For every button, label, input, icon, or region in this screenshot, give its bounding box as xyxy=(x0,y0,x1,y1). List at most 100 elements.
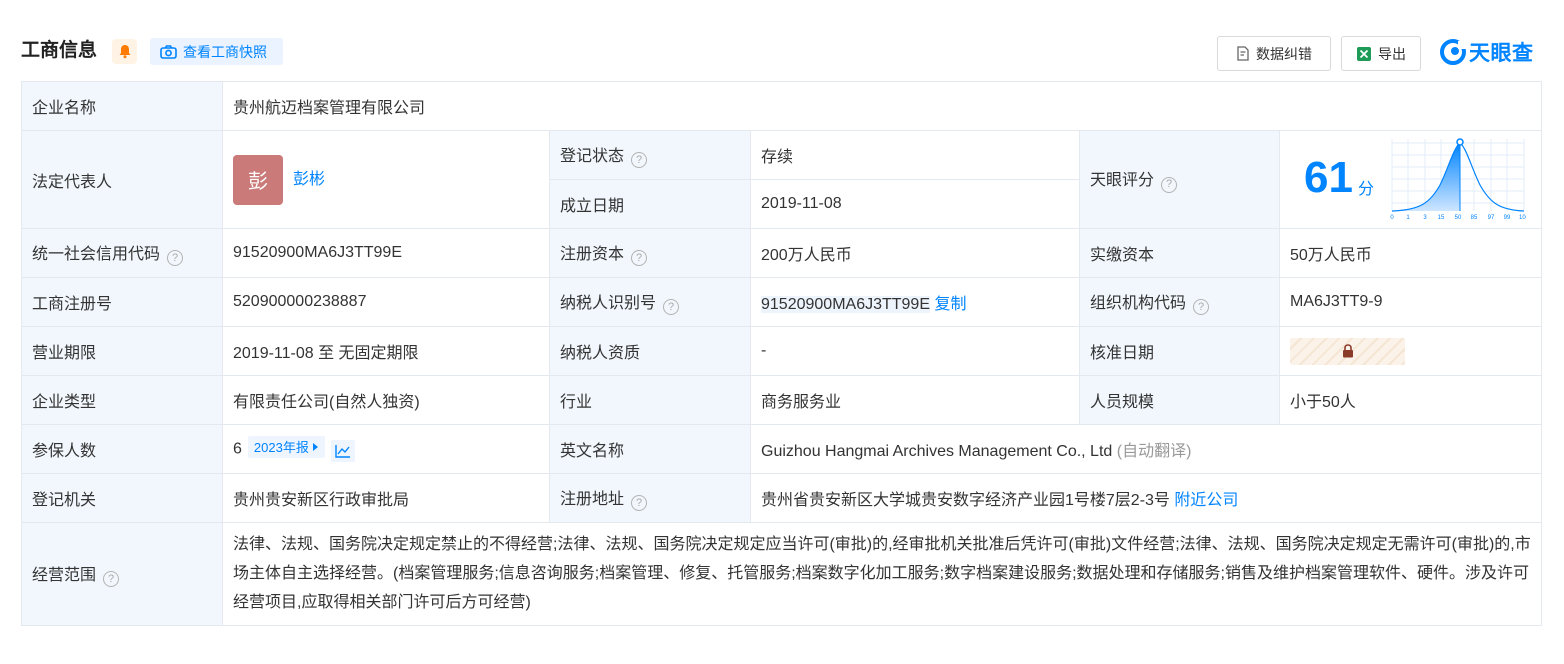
est-date-value: 2019-11-08 xyxy=(750,179,1080,229)
credit-code-value: 91520900MA6J3TT99E xyxy=(222,228,550,278)
score-tick: 50 xyxy=(1455,215,1462,221)
paid-capital-label: 实缴资本 xyxy=(1079,228,1280,278)
reg-address-label: 注册地址 xyxy=(560,490,625,508)
reg-address-label-cell: 注册地址? xyxy=(549,473,751,523)
caret-right-icon xyxy=(312,442,318,451)
avatar[interactable]: 彭 xyxy=(233,154,283,205)
copy-button[interactable]: 复制 xyxy=(934,296,966,313)
help-icon[interactable]: ? xyxy=(631,152,648,169)
export-button[interactable]: 导出 xyxy=(1341,36,1421,71)
credit-code-label-cell: 统一社会信用代码? xyxy=(21,228,223,278)
company-name-value: 贵州航迈档案管理有限公司 xyxy=(221,81,1543,131)
section-title: 工商信息 xyxy=(21,40,98,61)
view-snapshot-label: 查看工商快照 xyxy=(183,43,267,60)
reg-address-cell: 贵州省贵安新区大学城贵安数字经济产业园1号楼7层2-3号 附近公司 xyxy=(749,473,1543,523)
industry-label: 行业 xyxy=(549,375,751,425)
score-label-cell: 天眼评分? xyxy=(1079,130,1280,229)
score-tick: 0 xyxy=(1390,215,1394,221)
english-name-value: Guizhou Hangmai Archives Management Co.,… xyxy=(761,443,1113,460)
industry-value: 商务服务业 xyxy=(750,375,1080,425)
staff-size-label: 人员规模 xyxy=(1079,375,1280,425)
table-row: 法定代表人 彭彭彬 登记状态? 存续 天眼评分? 61 分 0 1 3 15 5… xyxy=(21,130,1543,229)
section-header: 工商信息 查看工商快照 数据纠错 导出 天眼查 xyxy=(0,0,1564,80)
bell-icon[interactable] xyxy=(112,39,137,64)
help-icon[interactable]: ? xyxy=(663,299,680,316)
score-value: 61 xyxy=(1304,153,1353,202)
score-cell[interactable]: 61 分 0 1 3 15 50 85 97 99 10 xyxy=(1278,130,1543,229)
company-type-label: 企业类型 xyxy=(21,375,223,425)
help-icon[interactable]: ? xyxy=(631,495,648,512)
help-icon[interactable]: ? xyxy=(631,250,648,267)
table-row: 营业期限 2019-11-08 至 无固定期限 纳税人资质 - 核准日期 xyxy=(21,326,1543,376)
score-tick: 99 xyxy=(1504,215,1511,221)
reg-address-value: 贵州省贵安新区大学城贵安数字经济产业园1号楼7层2-3号 xyxy=(761,492,1170,509)
reg-capital-label-cell: 注册资本? xyxy=(549,228,751,278)
reg-authority-value: 贵州贵安新区行政审批局 xyxy=(222,473,550,523)
excel-icon xyxy=(1357,46,1371,61)
score-tick: 100 xyxy=(1519,215,1526,221)
company-name-label: 企业名称 xyxy=(21,81,223,131)
taxpayer-qual-value: - xyxy=(750,326,1080,376)
auto-translate-note: (自动翻译) xyxy=(1116,443,1192,460)
data-correction-label: 数据纠错 xyxy=(1256,45,1312,62)
score-tick: 1 xyxy=(1406,215,1410,221)
export-label: 导出 xyxy=(1378,45,1406,62)
reg-capital-value: 200万人民币 xyxy=(750,228,1080,278)
taxpayer-qual-label: 纳税人资质 xyxy=(549,326,751,376)
score-tick: 85 xyxy=(1471,215,1478,221)
org-code-label-cell: 组织机构代码? xyxy=(1079,277,1280,327)
lock-icon xyxy=(1342,344,1353,358)
annual-report-badge[interactable]: 2023年报 xyxy=(247,435,325,458)
table-row: 登记机关 贵州贵安新区行政审批局 注册地址? 贵州省贵安新区大学城贵安数字经济产… xyxy=(21,473,1543,523)
table-row: 企业名称 贵州航迈档案管理有限公司 xyxy=(21,81,1543,131)
insured-value: 6 xyxy=(233,440,242,458)
table-row: 工商注册号 520900000238887 纳税人识别号? 91520900MA… xyxy=(21,277,1543,327)
legal-rep-cell: 彭彭彬 xyxy=(222,130,550,229)
camera-icon xyxy=(160,44,177,59)
company-type-value: 有限责任公司(自然人独资) xyxy=(222,375,550,425)
trend-chart-icon[interactable] xyxy=(330,440,355,463)
data-correction-button[interactable]: 数据纠错 xyxy=(1217,36,1331,71)
help-icon[interactable]: ? xyxy=(167,250,184,267)
reg-no-value: 520900000238887 xyxy=(222,277,550,327)
help-icon[interactable]: ? xyxy=(103,571,120,588)
score-label: 天眼评分 xyxy=(1090,172,1155,190)
score-unit: 分 xyxy=(1358,181,1375,198)
nearby-companies-link[interactable]: 附近公司 xyxy=(1174,492,1238,509)
help-icon[interactable]: ? xyxy=(1193,299,1210,316)
approve-date-cell xyxy=(1278,326,1543,376)
locked-value-box[interactable] xyxy=(1290,337,1405,365)
table-row: 企业类型 有限责任公司(自然人独资) 行业 商务服务业 人员规模 小于50人 xyxy=(21,375,1543,425)
taxpayer-id-value: 91520900MA6J3TT99E xyxy=(761,296,930,313)
paid-capital-value: 50万人民币 xyxy=(1278,228,1543,278)
taxpayer-id-label-cell: 纳税人识别号? xyxy=(549,277,751,327)
table-row: 经营范围? 法律、法规、国务院决定规定禁止的不得经营;法律、法规、国务院决定规定… xyxy=(21,522,1543,626)
org-code-label: 组织机构代码 xyxy=(1090,294,1187,312)
score-tick: 3 xyxy=(1423,215,1427,221)
taxpayer-id-cell: 91520900MA6J3TT99E 复制 xyxy=(750,277,1080,327)
scope-label: 经营范围 xyxy=(32,566,97,584)
reg-status-value: 存续 xyxy=(750,130,1080,180)
annual-report-label: 2023年报 xyxy=(253,440,309,456)
scope-label-cell: 经营范围? xyxy=(21,522,223,626)
score-tick: 15 xyxy=(1438,215,1445,221)
eye-logo-icon xyxy=(1440,39,1466,65)
reg-status-label: 登记状态 xyxy=(560,147,625,165)
insured-cell: 6 2023年报 xyxy=(222,424,550,474)
approve-date-label: 核准日期 xyxy=(1079,326,1280,376)
legal-rep-name-link[interactable]: 彭彬 xyxy=(293,171,325,188)
reg-no-label: 工商注册号 xyxy=(21,277,223,327)
view-snapshot-button[interactable]: 查看工商快照 xyxy=(150,38,283,65)
scope-value: 法律、法规、国务院决定规定禁止的不得经营;法律、法规、国务院决定规定应当许可(审… xyxy=(221,522,1543,626)
help-icon[interactable]: ? xyxy=(1161,176,1178,193)
table-row: 统一社会信用代码? 91520900MA6J3TT99E 注册资本? 200万人… xyxy=(21,228,1543,278)
edit-doc-icon xyxy=(1237,46,1249,61)
tianyancha-logo: 天眼查 xyxy=(1440,38,1534,66)
english-name-label: 英文名称 xyxy=(549,424,751,474)
score-distribution-chart: 0 1 3 15 50 85 97 99 100 xyxy=(1390,138,1526,221)
english-name-cell: Guizhou Hangmai Archives Management Co.,… xyxy=(749,424,1543,474)
reg-capital-label: 注册资本 xyxy=(560,245,625,263)
org-code-value: MA6J3TT9-9 xyxy=(1278,277,1543,327)
score-tick: 97 xyxy=(1488,215,1495,221)
reg-authority-label: 登记机关 xyxy=(21,473,223,523)
